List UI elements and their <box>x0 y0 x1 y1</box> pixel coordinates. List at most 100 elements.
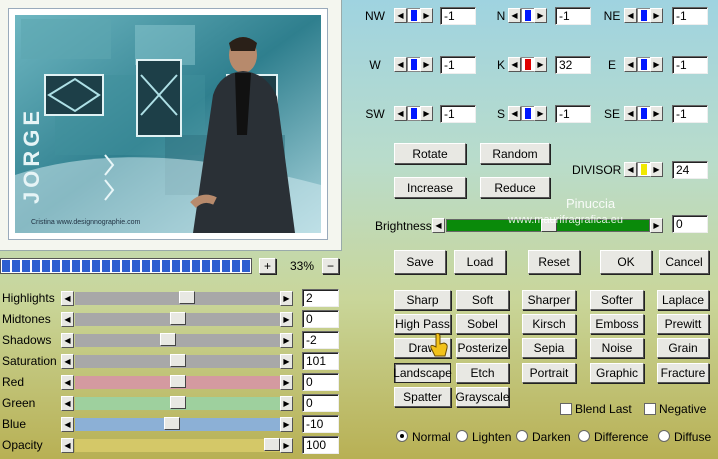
blue-left-arrow[interactable]: ◀ <box>61 417 74 432</box>
red-knob[interactable] <box>170 375 186 388</box>
kernel-nw-track[interactable] <box>407 8 421 23</box>
kernel-ne-track[interactable] <box>637 8 651 23</box>
kernel-w-right-arrow[interactable]: ▶ <box>420 57 433 72</box>
kernel-s-left-arrow[interactable]: ◀ <box>508 106 521 121</box>
kernel-ne-knob[interactable] <box>641 10 647 21</box>
preset-graphic-button[interactable]: Graphic <box>590 363 644 383</box>
kernel-k-left-arrow[interactable]: ◀ <box>508 57 521 72</box>
kernel-w-field[interactable]: -1 <box>440 56 476 74</box>
kernel-s-track[interactable] <box>521 106 535 121</box>
kernel-n-knob[interactable] <box>525 10 531 21</box>
divisor-field[interactable]: 24 <box>672 161 708 179</box>
shadows-knob[interactable] <box>160 333 176 346</box>
kernel-w-track[interactable] <box>407 57 421 72</box>
mode-darken-radio[interactable] <box>516 430 528 442</box>
red-left-arrow[interactable]: ◀ <box>61 375 74 390</box>
saturation-track[interactable] <box>75 354 280 368</box>
preset-sharper-button[interactable]: Sharper <box>522 290 576 310</box>
blue-track[interactable] <box>75 417 280 431</box>
preset-landscape-button[interactable]: Landscape <box>393 363 452 383</box>
green-left-arrow[interactable]: ◀ <box>61 396 74 411</box>
highlights-knob[interactable] <box>179 291 195 304</box>
kernel-s-field[interactable]: -1 <box>555 105 591 123</box>
negative-checkbox[interactable] <box>644 403 656 415</box>
kernel-ne-field[interactable]: -1 <box>672 7 708 25</box>
brightness-right-arrow[interactable]: ▶ <box>650 218 663 233</box>
kernel-sw-track[interactable] <box>407 106 421 121</box>
kernel-s-right-arrow[interactable]: ▶ <box>534 106 547 121</box>
shadows-left-arrow[interactable]: ◀ <box>61 333 74 348</box>
kernel-se-knob[interactable] <box>641 108 647 119</box>
highlights-track[interactable] <box>75 291 280 305</box>
shadows-field[interactable]: -2 <box>302 331 339 349</box>
kernel-ne-right-arrow[interactable]: ▶ <box>650 8 663 23</box>
kernel-e-left-arrow[interactable]: ◀ <box>624 57 637 72</box>
ok-button[interactable]: OK <box>600 250 652 274</box>
cancel-button[interactable]: Cancel <box>659 250 709 274</box>
divisor-right-arrow[interactable]: ▶ <box>650 162 663 177</box>
kernel-sw-field[interactable]: -1 <box>440 105 476 123</box>
highlights-left-arrow[interactable]: ◀ <box>61 291 74 306</box>
opacity-right-arrow[interactable]: ▶ <box>280 438 293 453</box>
preset-emboss-button[interactable]: Emboss <box>590 314 644 334</box>
preset-kirsch-button[interactable]: Kirsch <box>522 314 576 334</box>
kernel-se-track[interactable] <box>637 106 651 121</box>
kernel-n-right-arrow[interactable]: ▶ <box>534 8 547 23</box>
zoom-in-button[interactable]: + <box>259 258 276 274</box>
mode-lighten-radio[interactable] <box>456 430 468 442</box>
kernel-k-field[interactable]: 32 <box>555 56 591 74</box>
divisor-left-arrow[interactable]: ◀ <box>624 162 637 177</box>
kernel-sw-right-arrow[interactable]: ▶ <box>420 106 433 121</box>
kernel-se-right-arrow[interactable]: ▶ <box>650 106 663 121</box>
preset-spatter-button[interactable]: Spatter <box>394 387 451 407</box>
opacity-field[interactable]: 100 <box>302 436 339 454</box>
kernel-w-knob[interactable] <box>411 59 417 70</box>
kernel-n-left-arrow[interactable]: ◀ <box>508 8 521 23</box>
midtones-track[interactable] <box>75 312 280 326</box>
kernel-n-track[interactable] <box>521 8 535 23</box>
kernel-w-left-arrow[interactable]: ◀ <box>394 57 407 72</box>
kernel-k-knob[interactable] <box>525 59 531 70</box>
green-track[interactable] <box>75 396 280 410</box>
preset-laplace-button[interactable]: Laplace <box>657 290 709 310</box>
blue-knob[interactable] <box>164 417 180 430</box>
preset-etch-button[interactable]: Etch <box>456 363 509 383</box>
reset-button[interactable]: Reset <box>528 250 580 274</box>
mode-diffuse-radio[interactable] <box>658 430 670 442</box>
saturation-knob[interactable] <box>170 354 186 367</box>
blue-field[interactable]: -10 <box>302 415 339 433</box>
increase-button[interactable]: Increase <box>394 177 466 198</box>
green-knob[interactable] <box>170 396 186 409</box>
opacity-knob[interactable] <box>264 438 280 451</box>
preset-soft-button[interactable]: Soft <box>456 290 509 310</box>
kernel-sw-knob[interactable] <box>411 108 417 119</box>
shadows-track[interactable] <box>75 333 280 347</box>
kernel-nw-knob[interactable] <box>411 10 417 21</box>
red-field[interactable]: 0 <box>302 373 339 391</box>
kernel-e-field[interactable]: -1 <box>672 56 708 74</box>
red-right-arrow[interactable]: ▶ <box>280 375 293 390</box>
kernel-nw-right-arrow[interactable]: ▶ <box>420 8 433 23</box>
highlights-right-arrow[interactable]: ▶ <box>280 291 293 306</box>
saturation-right-arrow[interactable]: ▶ <box>280 354 293 369</box>
red-track[interactable] <box>75 375 280 389</box>
midtones-right-arrow[interactable]: ▶ <box>280 312 293 327</box>
kernel-k-track[interactable] <box>521 57 535 72</box>
kernel-k-right-arrow[interactable]: ▶ <box>534 57 547 72</box>
preset-sharp-button[interactable]: Sharp <box>394 290 451 310</box>
green-field[interactable]: 0 <box>302 394 339 412</box>
zoom-out-button[interactable]: − <box>322 258 339 274</box>
preset-portrait-button[interactable]: Portrait <box>522 363 576 383</box>
save-button[interactable]: Save <box>394 250 446 274</box>
shadows-right-arrow[interactable]: ▶ <box>280 333 293 348</box>
brightness-field[interactable]: 0 <box>672 215 708 233</box>
preset-posterize-button[interactable]: Posterize <box>456 338 509 358</box>
kernel-e-right-arrow[interactable]: ▶ <box>650 57 663 72</box>
kernel-se-left-arrow[interactable]: ◀ <box>624 106 637 121</box>
preset-sepia-button[interactable]: Sepia <box>522 338 576 358</box>
kernel-e-track[interactable] <box>637 57 651 72</box>
preset-grayscale-button[interactable]: Grayscale <box>455 387 510 407</box>
preset-softer-button[interactable]: Softer <box>590 290 644 310</box>
divisor-knob[interactable] <box>641 164 647 175</box>
opacity-track[interactable] <box>75 438 280 452</box>
